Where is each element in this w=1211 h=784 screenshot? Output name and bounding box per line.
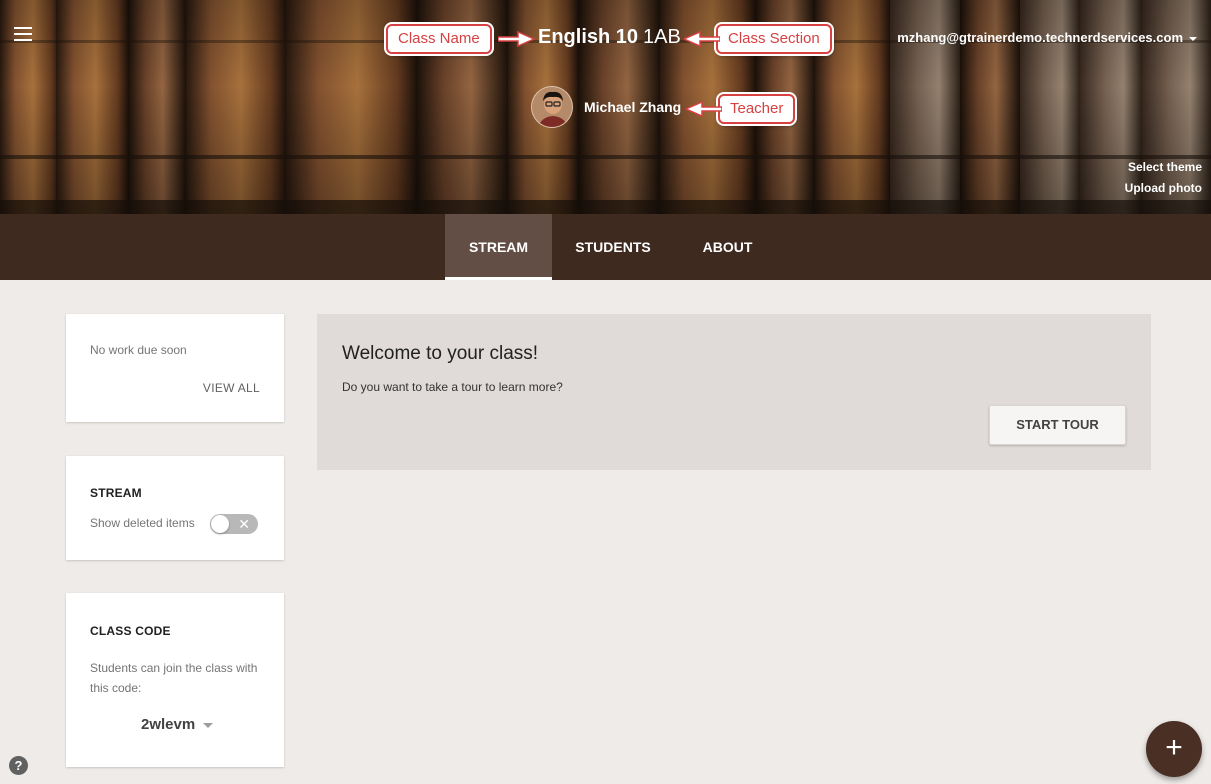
tab-about[interactable]: ABOUT xyxy=(680,214,775,280)
class-tab-bar: STREAM STUDENTS ABOUT xyxy=(0,214,1211,280)
class-section: 1AB xyxy=(643,26,681,48)
tab-stream[interactable]: STREAM xyxy=(445,214,552,280)
welcome-subtitle: Do you want to take a tour to learn more… xyxy=(342,380,563,394)
callout-arrow-left-icon xyxy=(686,100,722,118)
main-menu-icon[interactable] xyxy=(14,27,32,41)
callout-class-section: Class Section xyxy=(716,24,832,54)
welcome-panel: Welcome to your class! Do you want to ta… xyxy=(317,314,1151,470)
select-theme-link[interactable]: Select theme xyxy=(1125,157,1202,178)
account-email: mzhang@gtrainerdemo.technerdservices.com xyxy=(897,30,1183,45)
class-name: English 10 xyxy=(538,26,639,48)
toggle-off-icon: ✕ xyxy=(238,516,250,532)
account-menu[interactable]: mzhang@gtrainerdemo.technerdservices.com xyxy=(897,30,1197,45)
stream-settings-card: STREAM Show deleted items ✕ xyxy=(66,456,284,560)
class-code-card: CLASS CODE Students can join the class w… xyxy=(66,593,284,767)
class-code-value: 2wlevm xyxy=(141,716,196,733)
chevron-down-icon xyxy=(203,723,214,728)
teacher-info: Michael Zhang xyxy=(531,86,681,128)
help-icon[interactable]: ? xyxy=(9,756,28,775)
upload-photo-link[interactable]: Upload photo xyxy=(1125,178,1202,199)
callout-arrow-left-icon xyxy=(684,30,720,48)
class-title: English 10 1AB xyxy=(538,26,681,49)
class-code-dropdown[interactable]: 2wlevm xyxy=(141,716,214,733)
class-header-banner: English 10 1AB Michael Zhang mzhang@gtrai… xyxy=(0,0,1211,214)
class-code-heading: CLASS CODE xyxy=(90,624,171,638)
class-code-description: Students can join the class with this co… xyxy=(90,661,258,695)
teacher-name: Michael Zhang xyxy=(584,99,682,115)
show-deleted-toggle[interactable]: ✕ xyxy=(210,514,258,534)
account-caret-icon xyxy=(1189,36,1197,41)
welcome-title: Welcome to your class! xyxy=(342,343,539,364)
tab-students[interactable]: STUDENTS xyxy=(562,214,664,280)
view-all-button[interactable]: VIEW ALL xyxy=(203,381,260,395)
callout-arrow-right-icon xyxy=(498,30,536,48)
callout-teacher: Teacher xyxy=(718,94,796,124)
toggle-knob xyxy=(211,515,229,533)
start-tour-button[interactable]: START TOUR xyxy=(989,405,1126,445)
theme-options: Select theme Upload photo xyxy=(1125,157,1202,199)
show-deleted-label: Show deleted items xyxy=(90,516,195,530)
callout-class-name: Class Name xyxy=(386,24,492,54)
add-post-button[interactable]: + xyxy=(1146,721,1202,777)
teacher-avatar xyxy=(531,86,573,128)
upcoming-work-text: No work due soon xyxy=(90,343,187,357)
stream-heading: STREAM xyxy=(90,486,142,500)
upcoming-work-card: No work due soon VIEW ALL xyxy=(66,314,284,422)
